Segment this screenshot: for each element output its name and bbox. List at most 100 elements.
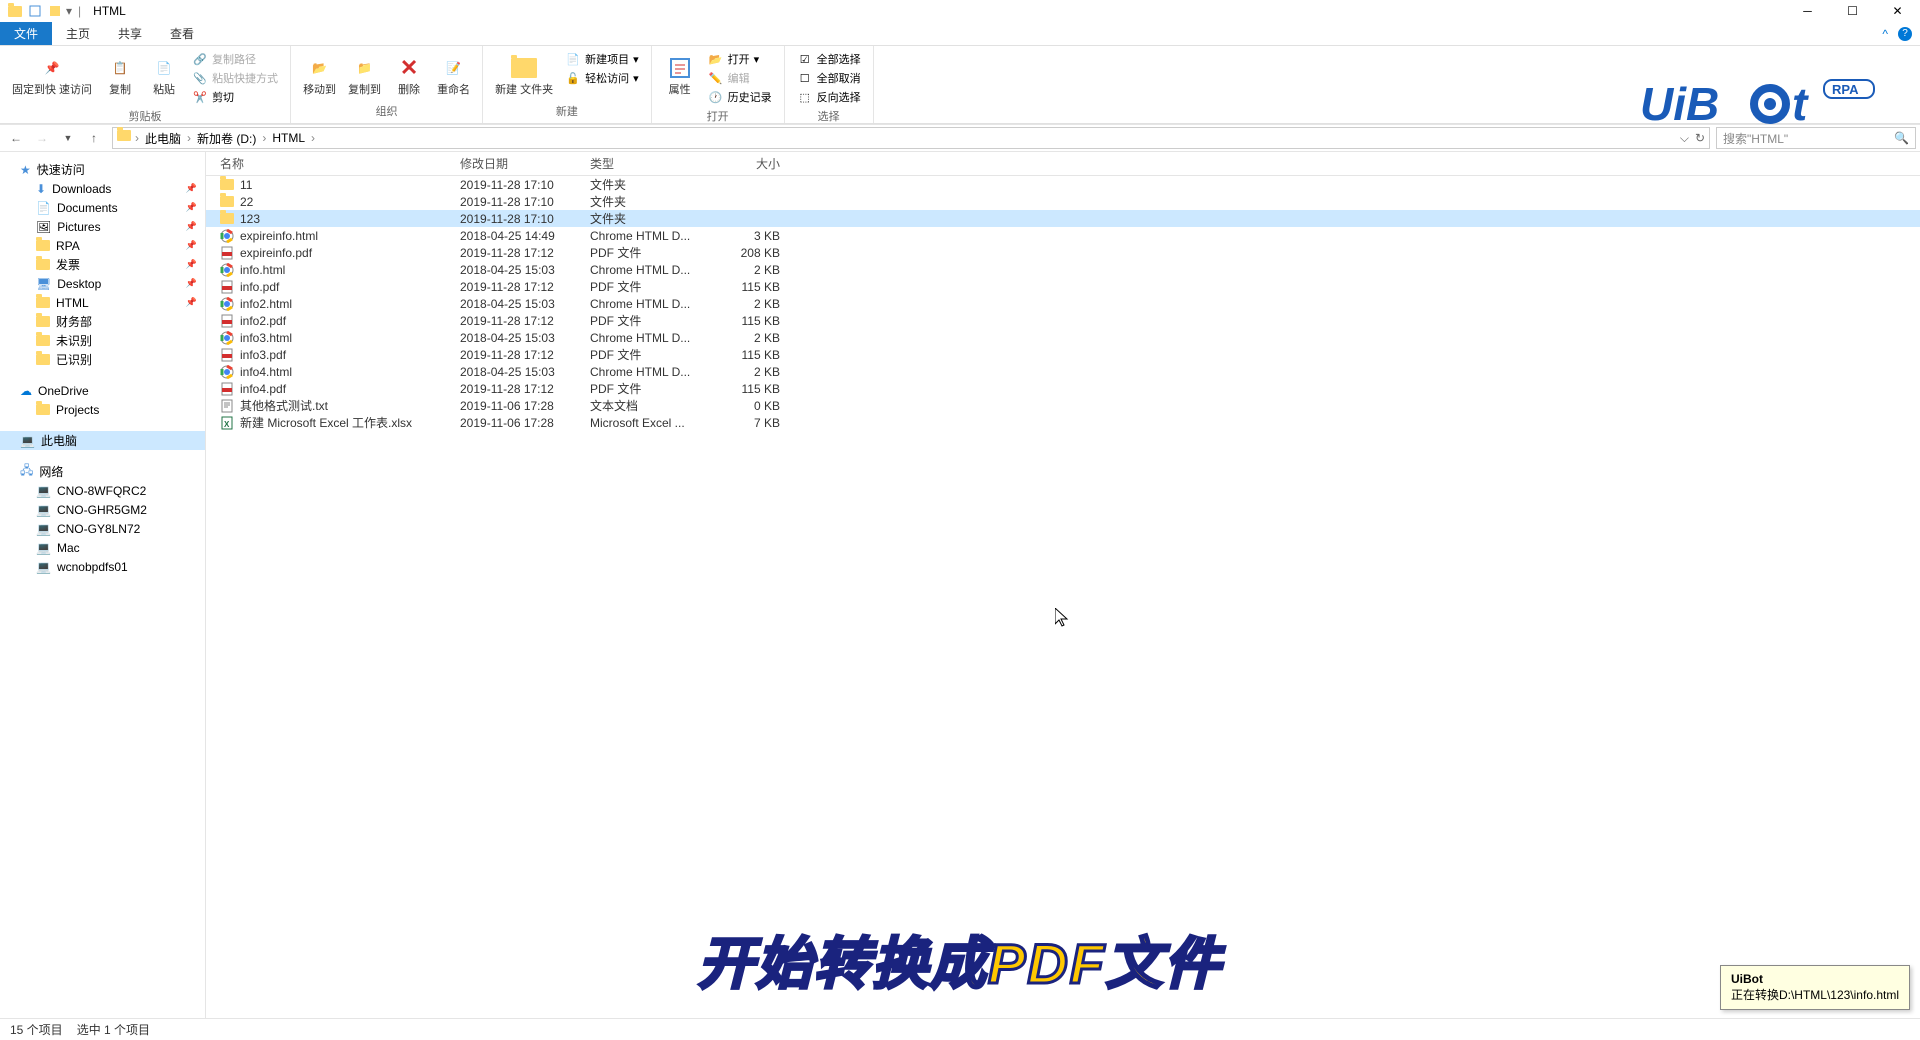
paste-button[interactable]: 📄粘贴	[144, 50, 184, 99]
delete-button[interactable]: ✕删除	[389, 50, 429, 99]
qat-chevron-icon[interactable]: ▾	[66, 4, 72, 18]
search-icon[interactable]: 🔍	[1894, 131, 1909, 145]
move-to-button[interactable]: 📂移动到	[299, 50, 340, 99]
select-none-button[interactable]: ☐全部取消	[793, 69, 865, 87]
file-row[interactable]: 其他格式测试.txt2019-11-06 17:28文本文档0 KB	[206, 397, 1920, 414]
properties-button[interactable]: 属性	[660, 50, 700, 99]
address-dropdown-icon[interactable]: ⌵	[1680, 131, 1689, 146]
recent-dropdown[interactable]: ▼	[56, 126, 80, 150]
qat-dropdown-icon[interactable]	[46, 2, 64, 20]
minimize-button[interactable]: ─	[1785, 0, 1830, 22]
status-item-count: 15 个项目	[10, 1021, 63, 1038]
easy-access-button[interactable]: 🔓轻松访问 ▾	[561, 69, 643, 87]
file-name: info2.html	[240, 297, 292, 311]
ribbon-expand-icon[interactable]: ^	[1882, 27, 1888, 41]
sidebar-quick-access[interactable]: ★快速访问	[0, 160, 205, 179]
invert-selection-button[interactable]: ⬚反向选择	[793, 88, 865, 106]
file-row[interactable]: X新建 Microsoft Excel 工作表.xlsx2019-11-06 1…	[206, 414, 1920, 431]
close-button[interactable]: ✕	[1875, 0, 1920, 22]
properties-icon[interactable]	[26, 2, 44, 20]
computer-icon: 💻	[36, 484, 51, 498]
tab-file[interactable]: 文件	[0, 22, 52, 45]
file-size: 7 KB	[710, 416, 780, 430]
tab-home[interactable]: 主页	[52, 22, 104, 45]
folder-icon	[36, 335, 50, 346]
sidebar-item-recognized[interactable]: 已识别	[0, 350, 205, 369]
file-type-icon	[220, 365, 234, 379]
breadcrumb-item[interactable]: 此电脑	[141, 130, 185, 147]
refresh-icon[interactable]: ↻	[1695, 131, 1705, 145]
pin-to-quick-access-button[interactable]: 📌固定到快 速访问	[8, 50, 96, 99]
file-row[interactable]: info.html2018-04-25 15:03Chrome HTML D..…	[206, 261, 1920, 278]
address-bar: ← → ▼ ↑ › 此电脑 › 新加卷 (D:) › HTML › ⌵ ↻ 搜索…	[0, 124, 1920, 152]
select-all-button[interactable]: ☑全部选择	[793, 50, 865, 68]
file-name: info2.pdf	[240, 314, 286, 328]
notification-body: 正在转换D:\HTML\123\info.html	[1731, 986, 1899, 1003]
tab-view[interactable]: 查看	[156, 22, 208, 45]
sidebar-network-item[interactable]: 💻wcnobpdfs01	[0, 557, 205, 576]
forward-button[interactable]: →	[30, 126, 54, 150]
breadcrumb-item[interactable]: HTML	[268, 131, 309, 145]
sidebar-this-pc[interactable]: 💻此电脑	[0, 431, 205, 450]
cut-button[interactable]: ✂️剪切	[188, 88, 282, 106]
file-date: 2019-11-28 17:12	[460, 280, 590, 294]
file-row[interactable]: info2.pdf2019-11-28 17:12PDF 文件115 KB	[206, 312, 1920, 329]
file-row[interactable]: info4.pdf2019-11-28 17:12PDF 文件115 KB	[206, 380, 1920, 397]
file-row[interactable]: info3.pdf2019-11-28 17:12PDF 文件115 KB	[206, 346, 1920, 363]
file-row[interactable]: expireinfo.pdf2019-11-28 17:12PDF 文件208 …	[206, 244, 1920, 261]
back-button[interactable]: ←	[4, 126, 28, 150]
folder-icon	[36, 240, 50, 251]
rename-button[interactable]: 📝重命名	[433, 50, 474, 99]
file-row[interactable]: info4.html2018-04-25 15:03Chrome HTML D.…	[206, 363, 1920, 380]
sidebar-item-unrecognized[interactable]: 未识别	[0, 331, 205, 350]
file-row[interactable]: 222019-11-28 17:10文件夹	[206, 193, 1920, 210]
paste-shortcut-button[interactable]: 📎粘贴快捷方式	[188, 69, 282, 87]
sidebar-item-desktop[interactable]: 🖥Desktop📌	[0, 274, 205, 293]
sidebar-item-finance[interactable]: 财务部	[0, 312, 205, 331]
history-button[interactable]: 🕐历史记录	[704, 88, 776, 106]
column-date[interactable]: 修改日期	[460, 155, 590, 172]
copy-to-button[interactable]: 📁复制到	[344, 50, 385, 99]
tab-share[interactable]: 共享	[104, 22, 156, 45]
help-icon[interactable]: ?	[1898, 27, 1912, 41]
folder-icon	[36, 316, 50, 327]
sidebar-item-documents[interactable]: 📄Documents📌	[0, 198, 205, 217]
group-label-new: 新建	[491, 101, 643, 119]
file-row[interactable]: info3.html2018-04-25 15:03Chrome HTML D.…	[206, 329, 1920, 346]
sidebar-item-pictures[interactable]: 🖼Pictures📌	[0, 217, 205, 236]
file-row[interactable]: expireinfo.html2018-04-25 14:49Chrome HT…	[206, 227, 1920, 244]
file-type: Chrome HTML D...	[590, 297, 710, 311]
sidebar-network-item[interactable]: 💻CNO-8WFQRC2	[0, 481, 205, 500]
breadcrumb-item[interactable]: 新加卷 (D:)	[193, 130, 260, 147]
sidebar-item-invoice[interactable]: 发票📌	[0, 255, 205, 274]
copy-button[interactable]: 📋复制	[100, 50, 140, 99]
sidebar-item-rpa[interactable]: RPA📌	[0, 236, 205, 255]
column-size[interactable]: 大小	[710, 155, 780, 172]
column-type[interactable]: 类型	[590, 155, 710, 172]
file-row[interactable]: info.pdf2019-11-28 17:12PDF 文件115 KB	[206, 278, 1920, 295]
sidebar-network-item[interactable]: 💻Mac	[0, 538, 205, 557]
edit-button[interactable]: ✏️编辑	[704, 69, 776, 87]
file-type-icon	[220, 178, 234, 192]
new-folder-button[interactable]: 新建 文件夹	[491, 50, 557, 99]
folder-icon	[117, 130, 133, 146]
new-item-button[interactable]: 📄新建项目 ▾	[561, 50, 643, 68]
copy-path-button[interactable]: 🔗复制路径	[188, 50, 282, 68]
maximize-button[interactable]: ☐	[1830, 0, 1875, 22]
file-date: 2019-11-28 17:12	[460, 348, 590, 362]
sidebar-item-downloads[interactable]: ⬇Downloads📌	[0, 179, 205, 198]
sidebar-network-item[interactable]: 💻CNO-GHR5GM2	[0, 500, 205, 519]
file-row[interactable]: 1232019-11-28 17:10文件夹	[206, 210, 1920, 227]
sidebar-network[interactable]: 🖧网络	[0, 462, 205, 481]
sidebar-item-html[interactable]: HTML📌	[0, 293, 205, 312]
column-name[interactable]: 名称	[220, 155, 460, 172]
ribbon-group-new: 新建 文件夹 📄新建项目 ▾ 🔓轻松访问 ▾ 新建	[483, 46, 652, 123]
up-button[interactable]: ↑	[82, 126, 106, 150]
file-row[interactable]: info2.html2018-04-25 15:03Chrome HTML D.…	[206, 295, 1920, 312]
sidebar-network-item[interactable]: 💻CNO-GY8LN72	[0, 519, 205, 538]
sidebar-onedrive[interactable]: ☁OneDrive	[0, 381, 205, 400]
file-row[interactable]: 112019-11-28 17:10文件夹	[206, 176, 1920, 193]
sidebar-item-projects[interactable]: Projects	[0, 400, 205, 419]
open-button[interactable]: 📂打开 ▾	[704, 50, 776, 68]
breadcrumb[interactable]: › 此电脑 › 新加卷 (D:) › HTML › ⌵ ↻	[112, 127, 1710, 149]
